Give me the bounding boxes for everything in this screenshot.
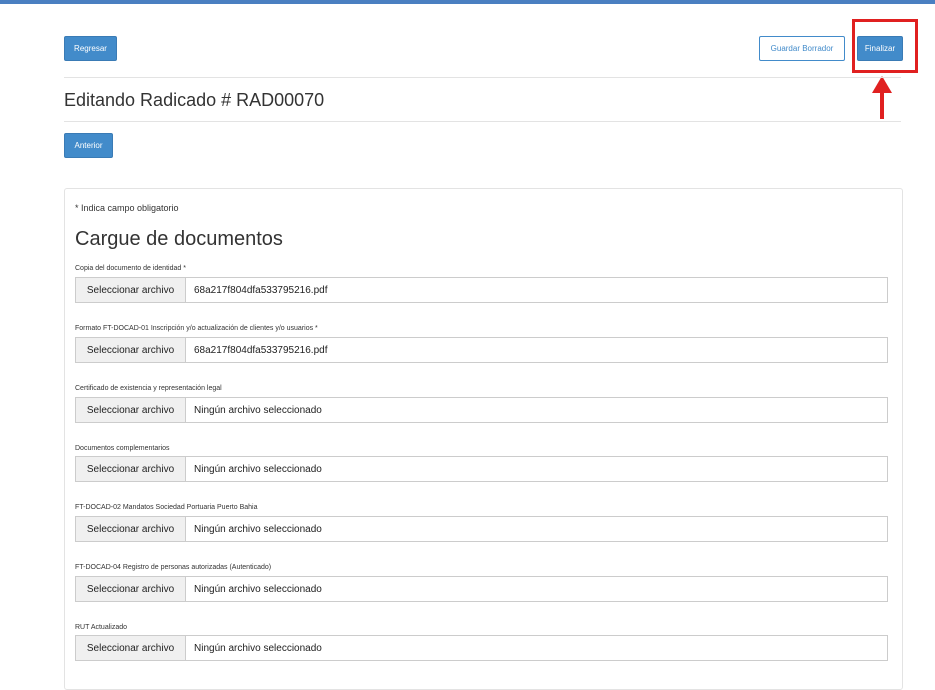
select-file-button[interactable]: Seleccionar archivo (76, 636, 186, 660)
select-file-button[interactable]: Seleccionar archivo (76, 398, 186, 422)
previous-button[interactable]: Anterior (64, 133, 113, 158)
file-name: Ningún archivo seleccionado (194, 463, 322, 475)
file-input-complementary-documents[interactable]: Seleccionar archivo Ningún archivo selec… (75, 456, 888, 482)
select-file-button[interactable]: Seleccionar archivo (76, 457, 186, 481)
arrow-shaft (880, 92, 884, 119)
file-input-ft-docad-04[interactable]: Seleccionar archivo Ningún archivo selec… (75, 576, 888, 602)
save-draft-button[interactable]: Guardar Borrador (759, 36, 845, 61)
field-label: FT-DOCAD-02 Mandatos Sociedad Portuaria … (75, 504, 258, 511)
page-title: Editando Radicado # RAD00070 (64, 90, 325, 110)
file-input-existence-certificate[interactable]: Seleccionar archivo Ningún archivo selec… (75, 397, 888, 423)
field-label: Documentos complementarios (75, 445, 170, 452)
divider (64, 77, 901, 78)
file-input-rut[interactable]: Seleccionar archivo Ningún archivo selec… (75, 635, 888, 661)
field-label: FT-DOCAD-04 Registro de personas autoriz… (75, 564, 272, 571)
select-file-button[interactable]: Seleccionar archivo (76, 338, 186, 362)
file-input-identity-document[interactable]: Seleccionar archivo 68a217f804dfa5337952… (75, 277, 888, 303)
required-note: * Indica campo obligatorio (75, 203, 179, 213)
file-name: Ningún archivo seleccionado (194, 583, 322, 595)
file-name: Ningún archivo seleccionado (194, 404, 322, 416)
file-name: 68a217f804dfa533795216.pdf (194, 344, 328, 356)
select-file-button[interactable]: Seleccionar archivo (76, 278, 186, 302)
highlight-box (852, 19, 918, 73)
field-label: RUT Actualizado (75, 624, 128, 631)
file-name: 68a217f804dfa533795216.pdf (194, 284, 328, 296)
file-name: Ningún archivo seleccionado (194, 642, 322, 654)
file-name: Ningún archivo seleccionado (194, 523, 322, 535)
back-button[interactable]: Regresar (64, 36, 117, 61)
file-input-ft-docad-01[interactable]: Seleccionar archivo 68a217f804dfa5337952… (75, 337, 888, 363)
select-file-button[interactable]: Seleccionar archivo (76, 577, 186, 601)
field-label: Certificado de existencia y representaci… (75, 385, 222, 392)
section-title: Cargue de documentos (75, 228, 283, 250)
divider (64, 121, 901, 122)
documents-panel (64, 188, 903, 690)
file-input-ft-docad-02[interactable]: Seleccionar archivo Ningún archivo selec… (75, 516, 888, 542)
field-label: Formato FT-DOCAD-01 Inscripción y/o actu… (75, 325, 318, 332)
select-file-button[interactable]: Seleccionar archivo (76, 517, 186, 541)
top-accent-bar (0, 0, 935, 4)
field-label: Copia del documento de identidad * (75, 265, 186, 272)
arrow-up-icon (872, 76, 892, 93)
